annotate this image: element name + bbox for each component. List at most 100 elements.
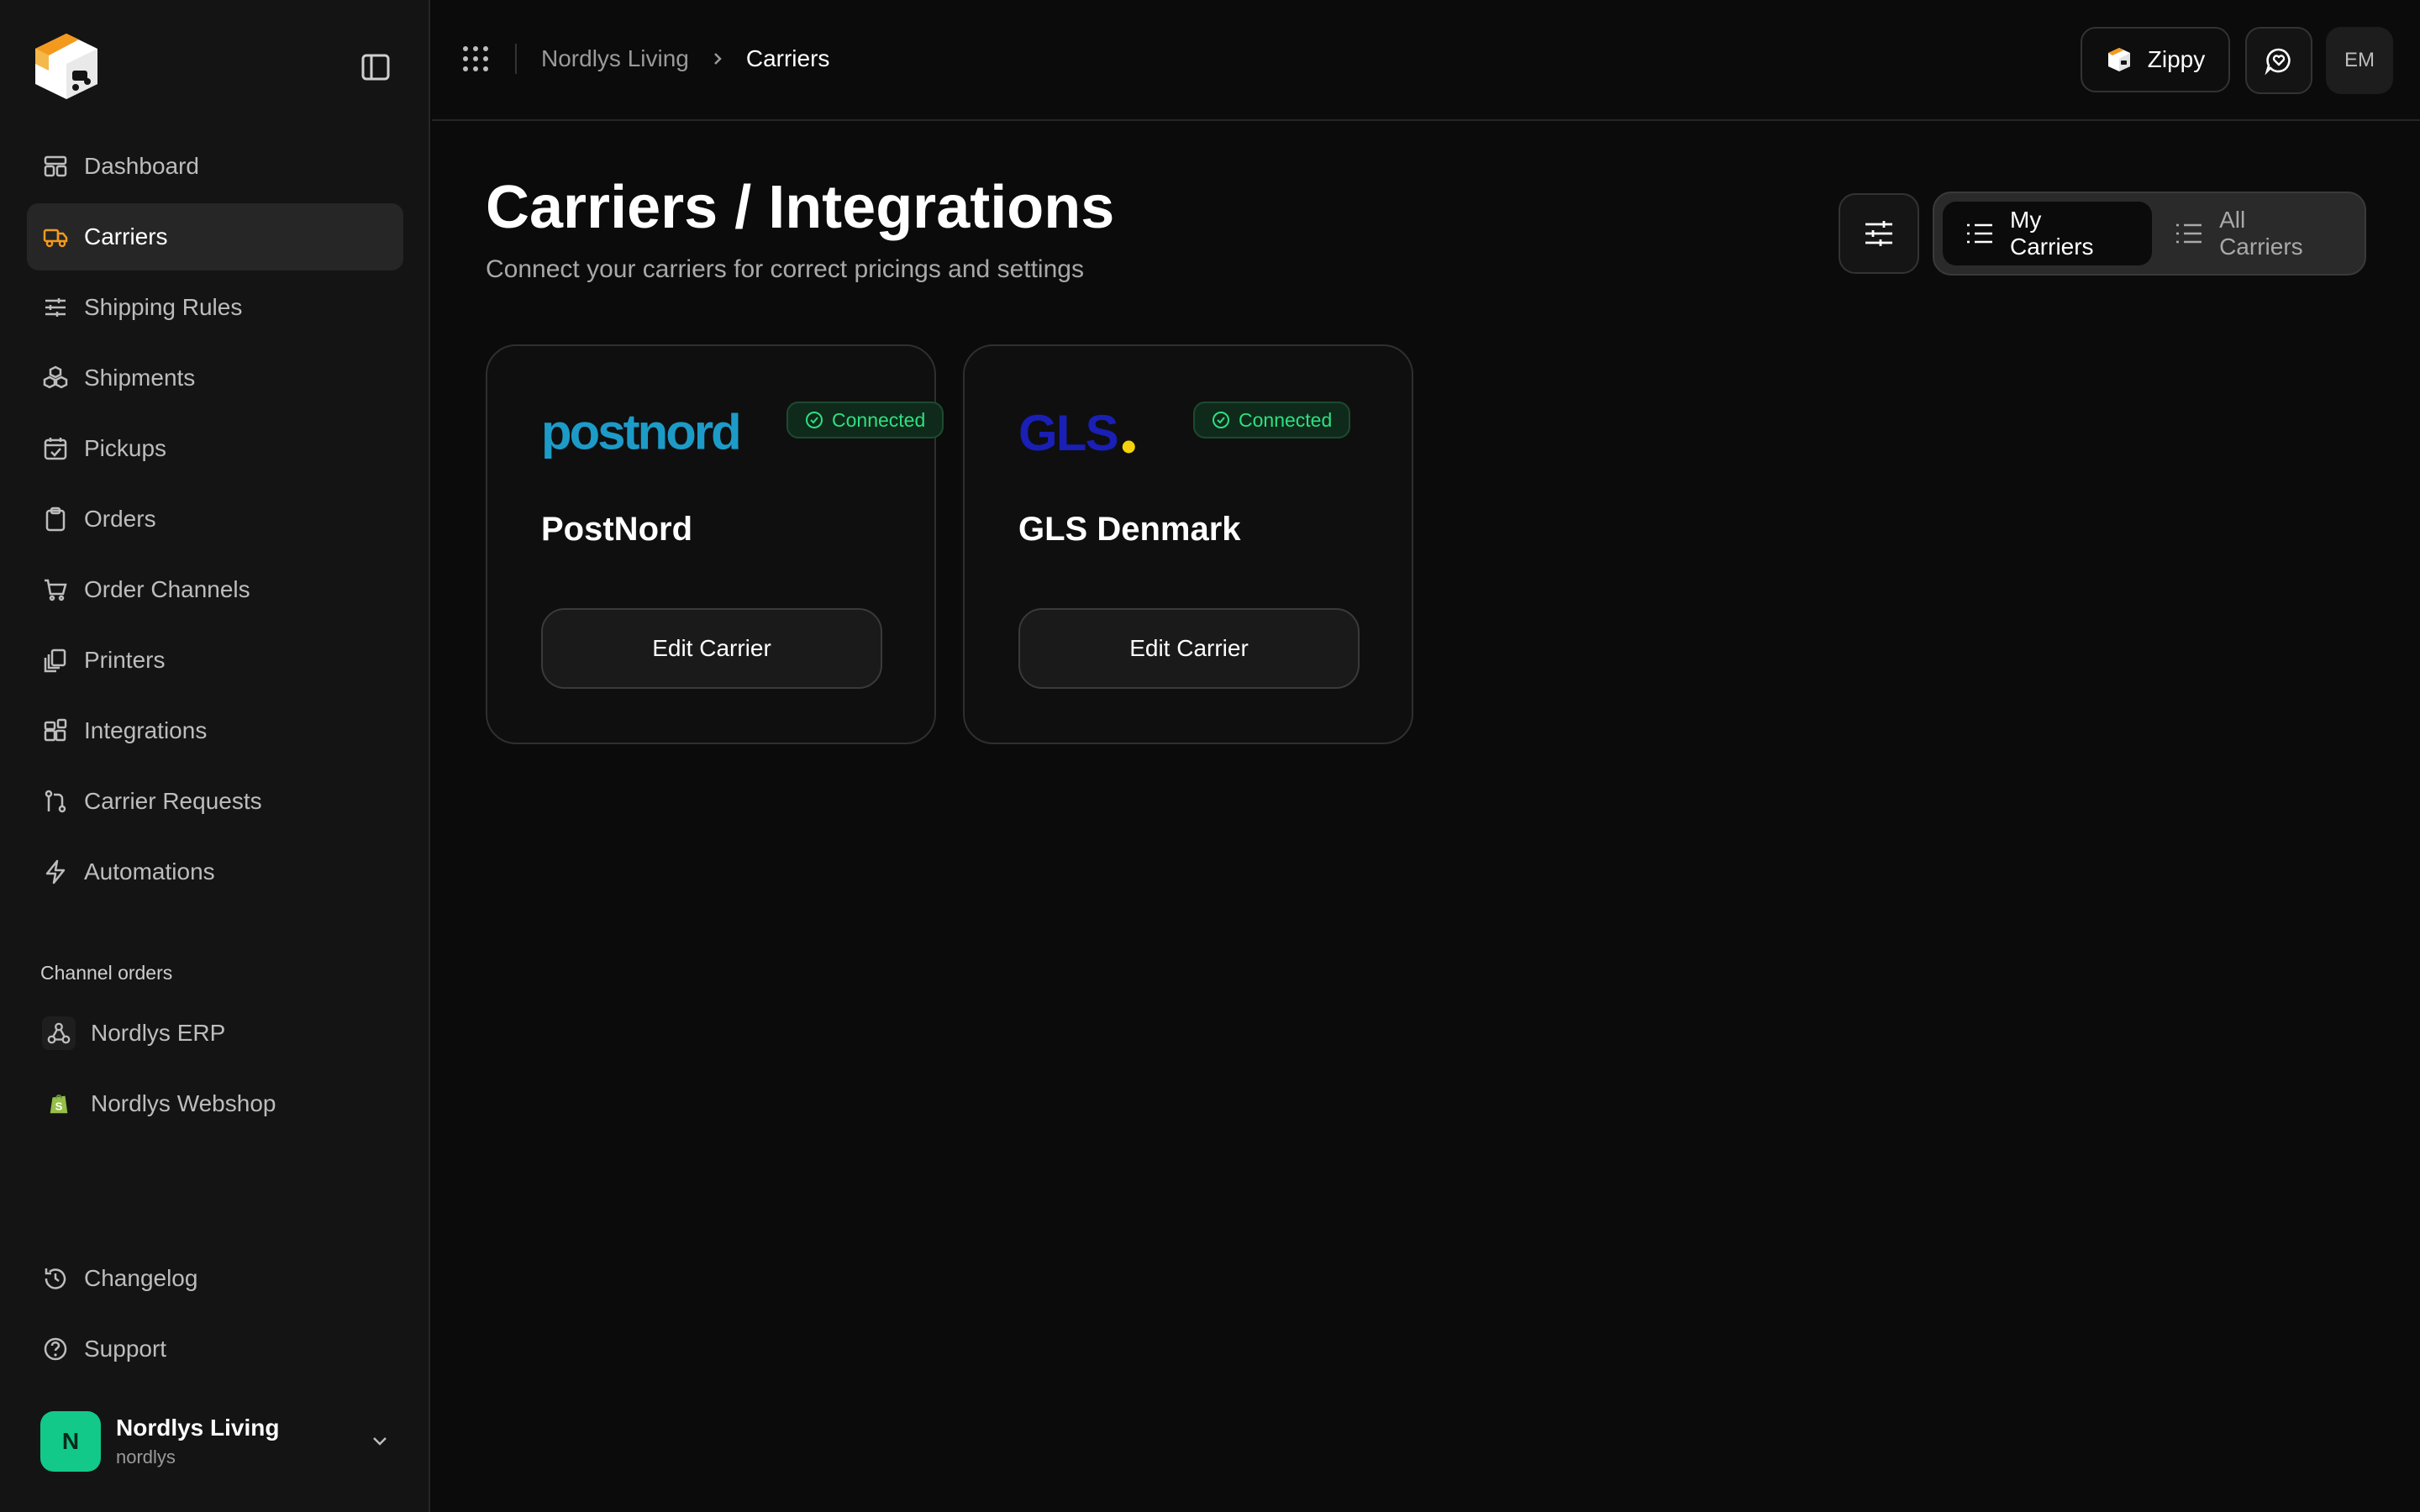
edit-carrier-button[interactable]: Edit Carrier	[541, 608, 882, 689]
sidebar-item-label: Shipping Rules	[84, 294, 243, 320]
carrier-name: GLS Denmark	[1018, 511, 1241, 548]
sidebar-item-label: Pickups	[84, 435, 167, 461]
sidebar-item-shipments[interactable]: Shipments	[27, 344, 403, 412]
page-title: Carriers / Integrations	[486, 174, 1115, 241]
sidebar-item-carrier-requests[interactable]: Carrier Requests	[27, 768, 403, 835]
webhook-icon	[42, 1016, 76, 1050]
sidebar-item-pickups[interactable]: Pickups	[27, 415, 403, 482]
status-label: Connected	[832, 408, 926, 431]
zippy-button[interactable]: Zippy	[2081, 27, 2230, 92]
top-bar: Nordlys Living Carriers Zippy EM	[432, 0, 2420, 121]
list-icon	[1965, 218, 1995, 249]
sidebar-item-label: Shipments	[84, 365, 196, 391]
zippy-label: Zippy	[2147, 46, 2206, 72]
truck-icon	[42, 223, 69, 250]
tab-my-carriers[interactable]: My Carriers	[1943, 202, 2153, 265]
user-menu-button[interactable]: EM	[2326, 27, 2393, 94]
sidebar: Dashboard Carriers Shipping Rules Shipme…	[0, 0, 430, 1512]
channel-item-label: Nordlys Webshop	[91, 1090, 276, 1116]
gls-logo: GLS	[1018, 405, 1144, 463]
channel-item-nordlys-erp[interactable]: Nordlys ERP	[27, 1000, 403, 1067]
calendar-check-icon	[42, 435, 69, 462]
account-info: Nordlys Living nordlys	[116, 1415, 366, 1468]
tab-label: All Carriers	[2219, 207, 2303, 260]
box-logo-icon	[35, 34, 97, 99]
sliders-horizontal-icon	[1865, 221, 1892, 246]
sidebar-item-dashboard[interactable]: Dashboard	[27, 133, 403, 200]
chevron-down-icon	[366, 1428, 393, 1455]
sidebar-nav: Dashboard Carriers Shipping Rules Shipme…	[27, 133, 403, 909]
sidebar-item-order-channels[interactable]: Order Channels	[27, 556, 403, 623]
sidebar-item-label: Dashboard	[84, 153, 199, 179]
tab-all-carriers[interactable]: All Carriers	[2152, 202, 2356, 265]
sidebar-item-label: Printers	[84, 647, 166, 673]
channel-item-nordlys-webshop[interactable]: S Nordlys Webshop	[27, 1070, 403, 1137]
top-divider	[515, 44, 517, 74]
sidebar-item-label: Changelog	[84, 1265, 198, 1291]
chat-button[interactable]	[2245, 27, 2312, 94]
account-switcher[interactable]: N Nordlys Living nordlys	[40, 1410, 393, 1473]
sidebar-item-integrations[interactable]: Integrations	[27, 697, 403, 764]
sidebar-item-label: Orders	[84, 506, 156, 532]
svg-text:S: S	[55, 1100, 63, 1113]
help-circle-icon	[42, 1336, 69, 1362]
account-handle: nordlys	[116, 1446, 176, 1467]
sidebar-item-label: Carrier Requests	[84, 788, 262, 814]
filter-button[interactable]	[1839, 193, 1919, 274]
cart-icon	[42, 576, 69, 603]
sidebar-item-changelog[interactable]: Changelog	[27, 1245, 403, 1312]
sidebar-item-shipping-rules[interactable]: Shipping Rules	[27, 274, 403, 341]
zap-icon	[42, 858, 69, 885]
panel-left-icon	[361, 54, 390, 81]
sidebar-bottom-nav: Changelog Support	[27, 1245, 403, 1386]
svg-text:GLS: GLS	[1018, 410, 1118, 459]
channel-list: Nordlys ERP S Nordlys Webshop	[27, 1000, 403, 1141]
apps-grid-icon[interactable]	[460, 44, 491, 74]
sidebar-item-automations[interactable]: Automations	[27, 838, 403, 906]
shopify-icon: S	[42, 1087, 76, 1121]
postnord-logo: postnord	[541, 403, 768, 463]
sidebar-item-orders[interactable]: Orders	[27, 486, 403, 553]
carrier-name: PostNord	[541, 511, 692, 548]
copies-icon	[42, 647, 69, 674]
sidebar-item-carriers[interactable]: Carriers	[27, 203, 403, 270]
git-pull-request-icon	[42, 788, 69, 815]
carrier-card-postnord: postnord Connected PostNord Edit Carrier	[486, 344, 944, 744]
carrier-view-toggle: My Carriers All Carriers	[1933, 192, 2366, 276]
sidebar-item-label: Order Channels	[84, 576, 250, 602]
blocks-icon	[42, 717, 69, 744]
dashboard-icon	[42, 153, 69, 180]
list-icon	[2174, 218, 2204, 249]
chevron-right-icon	[706, 47, 729, 71]
sidebar-toggle-button[interactable]	[360, 52, 393, 82]
edit-carrier-button[interactable]: Edit Carrier	[1018, 608, 1360, 689]
account-name: Nordlys Living	[116, 1415, 280, 1441]
tab-label: My Carriers	[2010, 207, 2094, 260]
sidebar-item-label: Carriers	[84, 223, 168, 249]
breadcrumb: Nordlys Living Carriers	[541, 44, 829, 74]
check-circle-icon	[805, 411, 823, 429]
message-heart-icon	[2265, 48, 2291, 76]
breadcrumb-current: Carriers	[745, 45, 830, 71]
svg-text:postnord: postnord	[541, 410, 739, 459]
app-logo[interactable]	[29, 29, 104, 104]
account-avatar: N	[40, 1411, 101, 1472]
sidebar-item-label: Automations	[84, 858, 215, 885]
page-subtitle: Connect your carriers for correct pricin…	[486, 255, 1084, 283]
clipboard-icon	[42, 506, 69, 533]
breadcrumb-parent-link[interactable]: Nordlys Living	[541, 45, 689, 72]
history-icon	[42, 1265, 69, 1292]
check-circle-icon	[1212, 411, 1230, 429]
boxes-icon	[42, 365, 69, 391]
status-badge: Connected	[1193, 402, 1351, 438]
carrier-card-gls-denmark: GLS Connected GLS Denmark Edit Carrier	[963, 344, 1413, 744]
sidebar-item-label: Integrations	[84, 717, 208, 743]
sidebar-item-support[interactable]: Support	[27, 1315, 403, 1383]
status-label: Connected	[1239, 408, 1333, 431]
sidebar-item-label: Support	[84, 1336, 167, 1362]
channel-orders-heading: Channel orders	[40, 962, 173, 984]
channel-item-label: Nordlys ERP	[91, 1020, 226, 1046]
status-badge: Connected	[786, 402, 944, 438]
sidebar-item-printers[interactable]: Printers	[27, 627, 403, 694]
sliders-icon	[42, 294, 69, 321]
